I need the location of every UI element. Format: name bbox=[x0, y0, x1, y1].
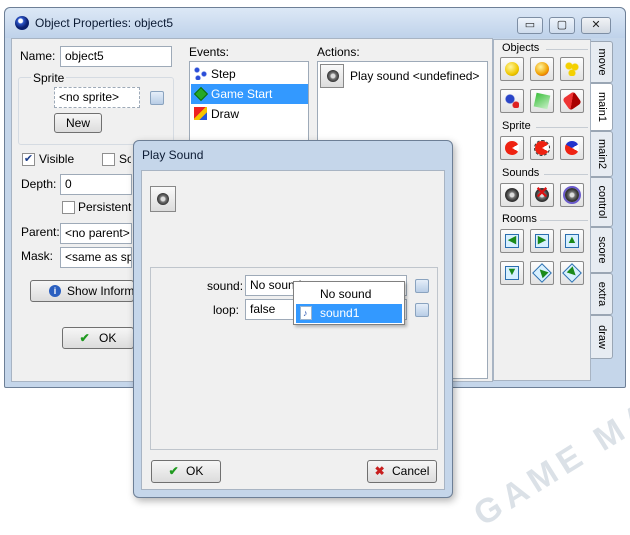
new-sprite-button[interactable]: New bbox=[54, 113, 102, 133]
dialog-check-icon: ✔ bbox=[168, 464, 179, 478]
check-previous-icon[interactable]: ◀ bbox=[530, 261, 554, 285]
parent-select[interactable]: <no parent> bbox=[60, 223, 132, 244]
dialog-ok-label: OK bbox=[186, 464, 204, 478]
destroy-at-position-icon[interactable] bbox=[560, 89, 584, 113]
actions-label: Actions: bbox=[317, 45, 360, 59]
change-instance-icon[interactable] bbox=[500, 89, 524, 113]
sound-dropdown[interactable]: No sound ♪ sound1 bbox=[293, 281, 405, 325]
dropdown-item-sound1[interactable]: ♪ sound1 bbox=[296, 304, 402, 323]
ok-label: OK bbox=[99, 331, 117, 345]
sprite-menu-icon[interactable] bbox=[150, 91, 164, 105]
color-sprite-icon[interactable] bbox=[560, 136, 584, 160]
event-game-start[interactable]: Game Start bbox=[191, 84, 308, 104]
sounds-divider bbox=[544, 174, 588, 175]
sound-label: sound: bbox=[207, 279, 244, 293]
title-bar[interactable]: Object Properties: object5 ▭ ▢ ✕ bbox=[5, 8, 625, 38]
previous-room-icon[interactable]: ◀ bbox=[500, 229, 524, 253]
next-room-icon[interactable]: ▶ bbox=[530, 229, 554, 253]
loop-label: loop: bbox=[212, 303, 239, 317]
show-information-button[interactable]: i Show Information bbox=[30, 280, 134, 302]
play-sound-icon[interactable] bbox=[500, 183, 524, 207]
show-information-label: Show Information bbox=[67, 284, 134, 298]
tab-draw[interactable]: draw bbox=[591, 315, 613, 359]
event-draw-label: Draw bbox=[211, 107, 240, 121]
create-moving-icon[interactable] bbox=[530, 57, 554, 81]
event-step[interactable]: Step bbox=[191, 64, 308, 84]
change-sprite-icon[interactable] bbox=[500, 136, 524, 160]
dialog-body: sound: No sound loop: false ✔ OK ✖ Cance… bbox=[141, 170, 445, 490]
sprite-group-label: Sprite bbox=[31, 71, 67, 85]
dialog-title: Play Sound bbox=[142, 148, 204, 162]
sound1-label: sound1 bbox=[320, 306, 360, 320]
restart-room-icon[interactable]: ▲ bbox=[560, 229, 584, 253]
events-label: Events: bbox=[189, 45, 230, 59]
dropdown-item-no-sound[interactable]: No sound bbox=[296, 285, 402, 304]
tab-main2[interactable]: main2 bbox=[591, 131, 613, 177]
tab-extra[interactable]: extra bbox=[591, 273, 613, 315]
name-field[interactable]: object5 bbox=[60, 46, 172, 67]
loop-menu-icon[interactable] bbox=[415, 303, 429, 317]
visible-checkbox[interactable]: ✔ bbox=[22, 153, 35, 166]
tab-score[interactable]: score bbox=[591, 227, 613, 273]
maximize-button[interactable]: ▢ bbox=[549, 17, 575, 34]
visible-label: Visible bbox=[39, 152, 75, 166]
sound-file-icon: ♪ bbox=[300, 306, 312, 320]
game-start-icon bbox=[193, 86, 209, 102]
event-step-label: Step bbox=[211, 67, 236, 81]
mask-select[interactable]: <same as sprite> bbox=[60, 247, 132, 268]
name-label: Name: bbox=[20, 49, 56, 63]
dialog-speaker-icon bbox=[150, 186, 176, 212]
solid-label: Solid bbox=[119, 152, 131, 166]
info-icon: i bbox=[49, 285, 61, 297]
destroy-instance-icon[interactable] bbox=[530, 89, 554, 113]
persistent-label: Persistent bbox=[78, 200, 132, 214]
sounds-section-label: Sounds bbox=[502, 167, 540, 179]
tab-move[interactable]: move bbox=[591, 41, 613, 83]
dialog-ok-button[interactable]: ✔ OK bbox=[151, 460, 221, 483]
dialog-cancel-button[interactable]: ✖ Cancel bbox=[367, 460, 437, 483]
action-palette: Objects Sprite Sounds ✕ Rooms ◀ ▶ ▲ ▼ ◀ … bbox=[493, 39, 591, 381]
depth-label: Depth: bbox=[21, 177, 57, 191]
window-title: Object Properties: object5 bbox=[35, 16, 174, 30]
persistent-checkbox[interactable] bbox=[62, 201, 75, 214]
transform-sprite-icon[interactable] bbox=[530, 136, 554, 160]
different-room-icon[interactable]: ▼ bbox=[500, 261, 524, 285]
parent-label: Parent: bbox=[21, 225, 60, 239]
sprite-section-label: Sprite bbox=[502, 120, 531, 132]
objects-section-label: Objects bbox=[502, 42, 540, 54]
sprite-divider bbox=[536, 127, 588, 128]
mask-label: Mask: bbox=[21, 249, 54, 263]
stop-sound-icon[interactable]: ✕ bbox=[530, 183, 554, 207]
event-game-start-label: Game Start bbox=[211, 87, 273, 101]
minimize-button[interactable]: ▭ bbox=[517, 17, 543, 34]
ok-button-main[interactable]: ✔ OK bbox=[62, 327, 134, 349]
create-random-icon[interactable] bbox=[560, 57, 584, 81]
create-instance-icon[interactable] bbox=[500, 57, 524, 81]
tab-control[interactable]: control bbox=[591, 177, 613, 227]
step-icon bbox=[194, 67, 207, 80]
sprite-select[interactable]: <no sprite> bbox=[54, 87, 140, 108]
tab-main1[interactable]: main1 bbox=[591, 83, 613, 131]
sound-menu-icon[interactable] bbox=[415, 279, 429, 293]
rooms-divider bbox=[540, 220, 588, 221]
rooms-section-label: Rooms bbox=[502, 213, 537, 225]
no-sound-label: No sound bbox=[320, 287, 372, 301]
cancel-x-icon: ✖ bbox=[374, 464, 385, 478]
objects-divider bbox=[546, 49, 588, 50]
check-icon: ✔ bbox=[79, 331, 90, 345]
palette-tabs: move main1 main2 control score extra dra… bbox=[591, 39, 613, 381]
check-sound-icon[interactable] bbox=[560, 183, 584, 207]
speaker-icon bbox=[320, 64, 344, 88]
solid-checkbox[interactable] bbox=[102, 153, 115, 166]
event-draw[interactable]: Draw bbox=[191, 104, 308, 124]
action-play-sound[interactable]: Play sound <undefined> bbox=[350, 69, 479, 83]
draw-icon bbox=[194, 107, 207, 120]
check-next-icon[interactable]: ▶ bbox=[560, 261, 584, 285]
depth-field[interactable]: 0 bbox=[60, 174, 132, 195]
dialog-cancel-label: Cancel bbox=[392, 464, 430, 478]
game-maker-icon bbox=[15, 16, 29, 30]
close-button[interactable]: ✕ bbox=[581, 17, 611, 34]
